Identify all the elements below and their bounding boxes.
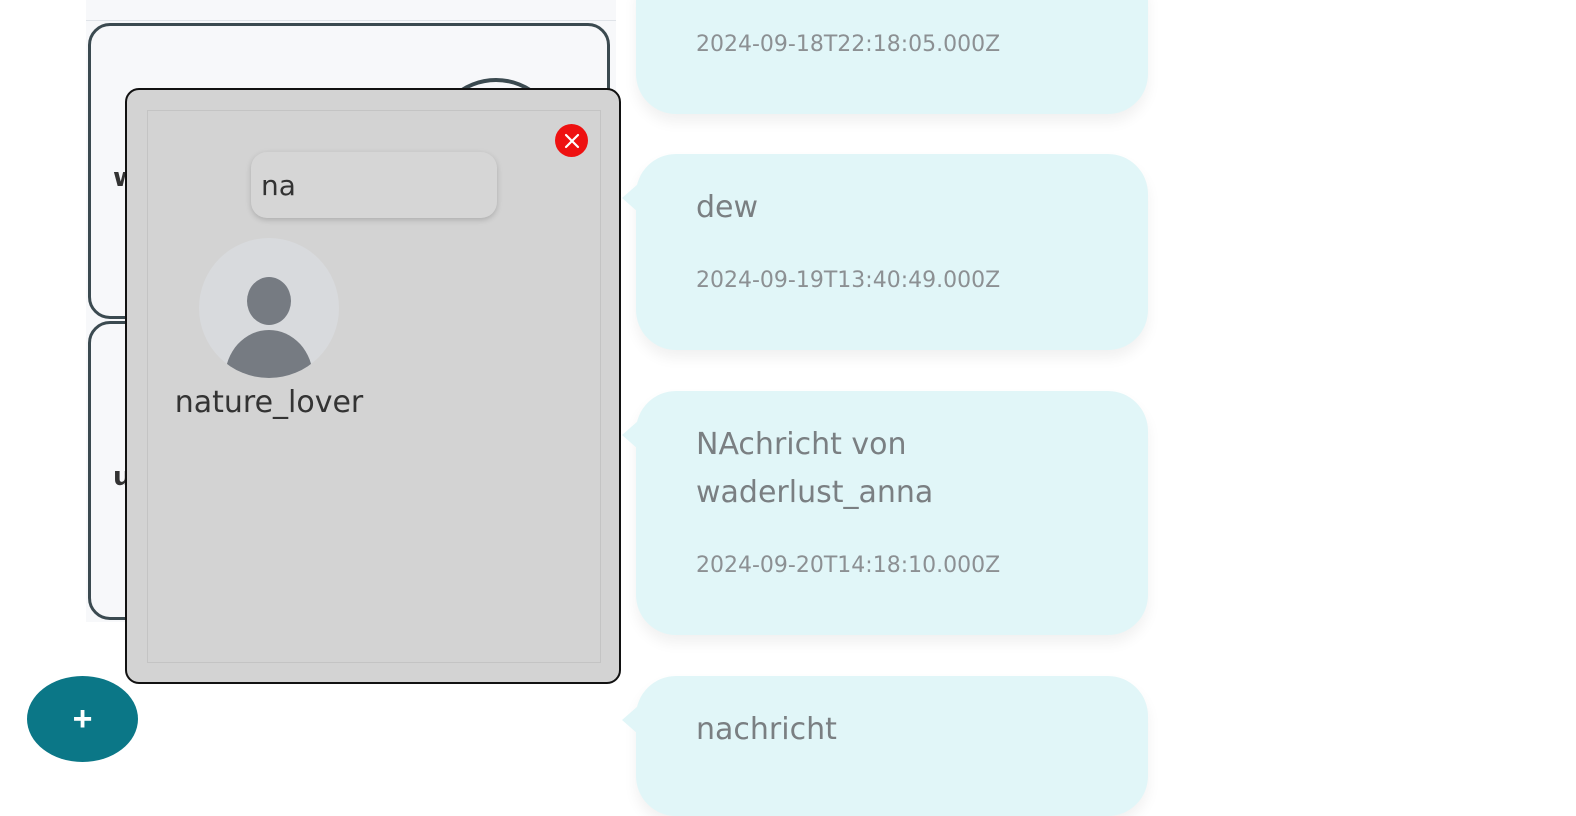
message-text: dew — [696, 190, 759, 225]
message-timestamp: 2024-09-18T22:18:05.000Z — [696, 32, 1001, 57]
avatar-icon — [199, 238, 339, 378]
search-result-username: nature_lover — [174, 385, 364, 420]
bubble-tail — [622, 184, 638, 212]
new-chat-button[interactable]: + — [27, 676, 138, 762]
message-bubble: nachricht — [622, 676, 1148, 816]
message-bubble: dew 2024-09-19T13:40:49.000Z — [622, 154, 1148, 350]
message-bubble: NAchricht von waderlust_anna 2024-09-20T… — [622, 391, 1148, 635]
message-bubble: 2024-09-18T22:18:05.000Z — [636, 0, 1148, 114]
message-text: nachricht — [696, 712, 837, 747]
close-button[interactable] — [555, 124, 588, 157]
divider — [86, 20, 616, 21]
plus-icon: + — [72, 699, 93, 738]
message-timestamp: 2024-09-19T13:40:49.000Z — [696, 268, 1001, 293]
message-timestamp: 2024-09-20T14:18:10.000Z — [696, 553, 1001, 578]
bubble-tail — [622, 706, 638, 734]
close-icon — [564, 133, 579, 148]
user-search-input[interactable] — [251, 152, 497, 218]
bubble-tail — [622, 421, 638, 449]
user-search-modal: nature_lover — [125, 88, 621, 684]
message-text: NAchricht von waderlust_anna — [696, 427, 934, 510]
